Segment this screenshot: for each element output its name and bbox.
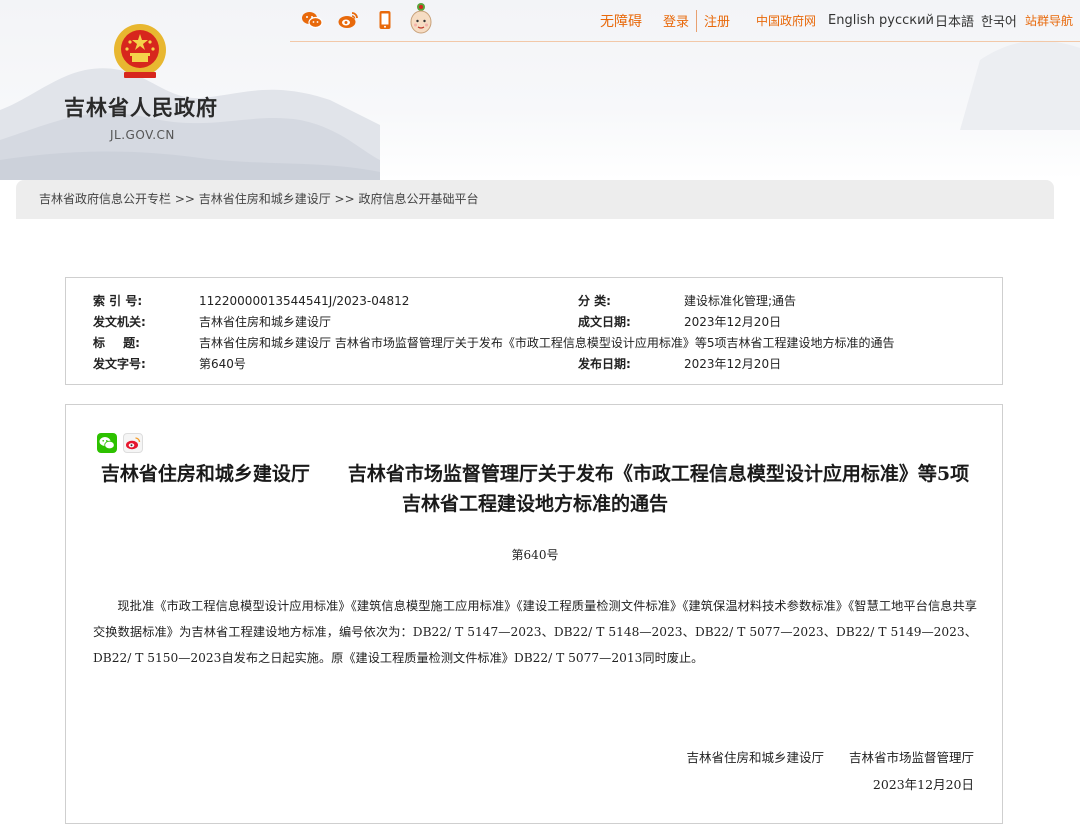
meta-value: 吉林省住房和城乡建设厅: [199, 315, 332, 329]
article-signature: 吉林省住房和城乡建设厅 吉林省市场监督管理厅: [686, 750, 974, 765]
site-nav-link[interactable]: 站群导航: [1025, 12, 1073, 29]
weibo-icon: [338, 12, 358, 28]
korean-link[interactable]: 한국어: [981, 11, 1017, 30]
article-date: 2023年12月20日: [872, 777, 974, 792]
meta-value: 第640号: [199, 357, 246, 371]
meta-row-title: 标 题: 吉林省住房和城乡建设厅 吉林省市场监督管理厅关于发布《市政工程信息模型…: [66, 333, 1004, 353]
accessibility-link[interactable]: 无障碍: [600, 11, 642, 31]
english-link[interactable]: English: [828, 13, 875, 28]
russian-link[interactable]: русский: [879, 13, 934, 28]
meta-label: 发文机关:: [93, 315, 146, 329]
site-header: 吉林省人民政府 JL.GOV.CN 无障碍 登录 注册 中国政府网 Englis…: [0, 0, 1080, 180]
wechat-icon: [302, 12, 323, 29]
article-doc-number: 第640号: [511, 548, 559, 562]
breadcrumb-text[interactable]: 吉林省政府信息公开专栏 >> 吉林省住房和城乡建设厅 >> 政府信息公开基础平台: [39, 180, 478, 219]
share-weibo-button[interactable]: [123, 433, 143, 453]
emblem-icon: [114, 24, 166, 78]
meta-row-issuer: 发文机关: 吉林省住房和城乡建设厅 成文日期: 2023年12月20日: [66, 312, 1004, 332]
share-wechat-button[interactable]: [97, 433, 117, 453]
document-meta-table: 索 引 号: 11220000013544541J/2023-04812 分 类…: [65, 277, 1003, 385]
site-title[interactable]: 吉林省人民政府: [64, 92, 218, 122]
mascot-button[interactable]: [407, 2, 435, 36]
site-domain: JL.GOV.CN: [110, 128, 175, 142]
wechat-button[interactable]: [300, 6, 324, 34]
meta-label: 成文日期:: [578, 315, 631, 329]
breadcrumb: 吉林省政府信息公开专栏 >> 吉林省住房和城乡建设厅 >> 政府信息公开基础平台: [16, 180, 1054, 219]
meta-value: 2023年12月20日: [684, 357, 782, 371]
article-body: 现批准《市政工程信息模型设计应用标准》《建筑信息模型施工应用标准》《建设工程质量…: [93, 599, 977, 665]
meta-value: 吉林省住房和城乡建设厅 吉林省市场监督管理厅关于发布《市政工程信息模型设计应用标…: [199, 336, 895, 350]
meta-row-docno: 发文字号: 第640号 发布日期: 2023年12月20日: [66, 354, 1004, 374]
meta-row-index: 索 引 号: 11220000013544541J/2023-04812 分 类…: [66, 291, 1004, 311]
meta-label: 索 引 号:: [93, 294, 143, 308]
top-divider: [696, 9, 698, 32]
china-gov-link[interactable]: 中国政府网: [756, 12, 816, 29]
meta-label: 分 类:: [578, 294, 611, 308]
article-title: 吉林省住房和城乡建设厅 吉林省市场监督管理厅关于发布《市政工程信息模型设计应用标…: [100, 463, 970, 515]
meta-label: 发文字号:: [93, 357, 146, 371]
weibo-button[interactable]: [336, 6, 360, 34]
meta-value: 建设标准化管理;通告: [684, 294, 797, 308]
wechat-icon: [99, 437, 115, 450]
meta-value: 11220000013544541J/2023-04812: [199, 294, 410, 308]
mobile-icon: [379, 11, 391, 29]
meta-label: 标 题:: [93, 336, 140, 350]
japanese-link[interactable]: 日本語: [935, 11, 974, 30]
login-link[interactable]: 登录: [663, 11, 689, 30]
weibo-icon: [126, 437, 141, 450]
mobile-button[interactable]: [375, 6, 395, 34]
meta-label: 发布日期:: [578, 357, 631, 371]
meta-value: 2023年12月20日: [684, 315, 782, 329]
register-link[interactable]: 注册: [704, 11, 730, 30]
mascot-icon: [410, 3, 432, 34]
article-content: 吉林省住房和城乡建设厅 吉林省市场监督管理厅关于发布《市政工程信息模型设计应用标…: [65, 404, 1003, 824]
